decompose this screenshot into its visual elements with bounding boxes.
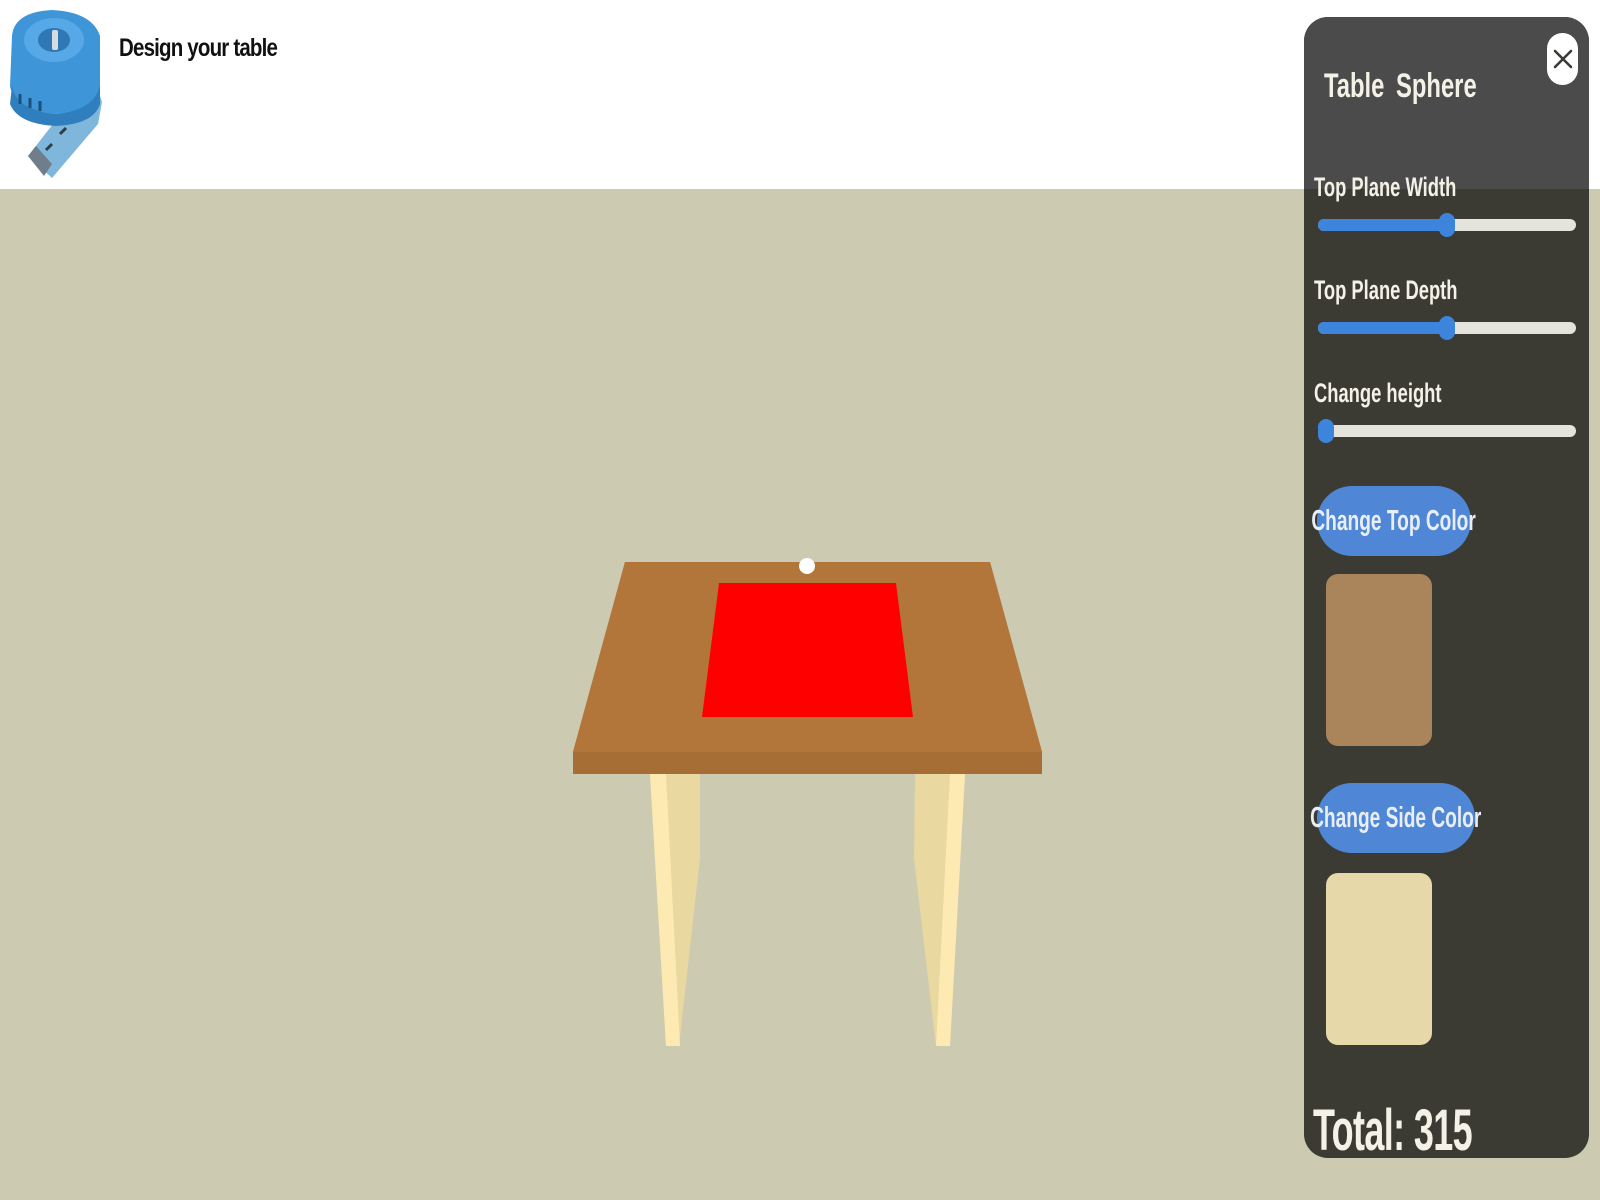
slider-fill	[1318, 219, 1447, 231]
change-side-color-label: Change Side Color	[1310, 801, 1482, 834]
close-icon	[1553, 49, 1572, 69]
slider-track	[1318, 425, 1576, 437]
slider-fill	[1318, 322, 1447, 334]
tab-sphere[interactable]: Sphere	[1396, 67, 1477, 106]
change-top-color-button[interactable]: Change Top Color	[1312, 486, 1476, 556]
settings-panel: Table Sphere Top Plane Width Top Plane D…	[1304, 17, 1589, 1158]
change-height-slider[interactable]	[1318, 419, 1576, 443]
side-color-swatch[interactable]	[1326, 873, 1432, 1045]
table-inlay	[702, 583, 913, 717]
close-button[interactable]	[1547, 33, 1578, 85]
slider-thumb[interactable]	[1439, 213, 1455, 237]
sphere-object	[799, 558, 815, 574]
change-top-color-label: Change Top Color	[1311, 504, 1477, 537]
total-price: Total: 315	[1313, 1098, 1473, 1158]
top-plane-depth-label: Top Plane Depth	[1314, 275, 1458, 305]
slider-thumb[interactable]	[1318, 419, 1334, 443]
tab-table[interactable]: Table	[1324, 67, 1384, 106]
change-height-label: Change height	[1314, 378, 1442, 408]
top-plane-width-slider[interactable]	[1318, 213, 1576, 237]
top-plane-depth-slider[interactable]	[1318, 316, 1576, 340]
app-root: Design your table Table Sphere Top Plane…	[0, 0, 1600, 1200]
slider-thumb[interactable]	[1439, 316, 1455, 340]
change-side-color-button[interactable]: Change Side Color	[1310, 783, 1482, 853]
top-plane-width-label: Top Plane Width	[1314, 172, 1457, 202]
top-color-swatch[interactable]	[1326, 574, 1432, 746]
